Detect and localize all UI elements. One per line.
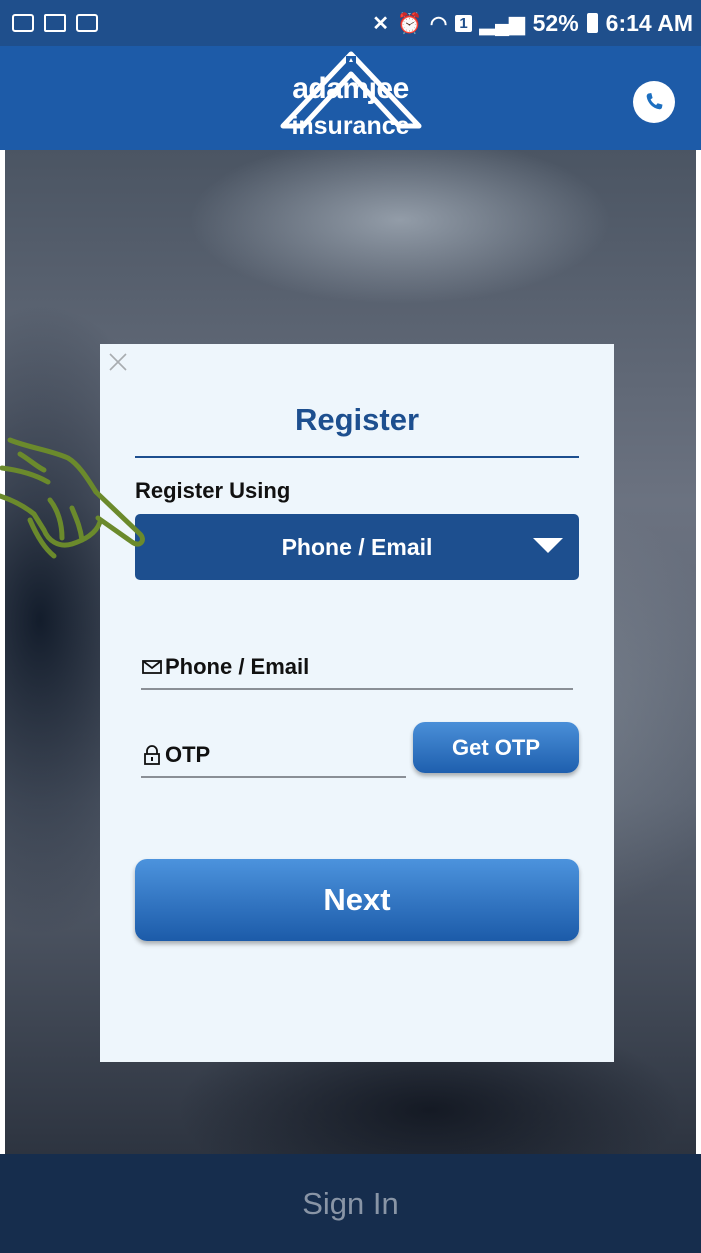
left-edge [0,150,5,1154]
phone-email-field-row [141,654,465,680]
status-left-icons [12,14,98,32]
phone-icon [646,93,663,110]
next-button[interactable]: Next [135,859,579,941]
register-dialog: Register Register Using Phone / Email Ge… [100,344,614,1062]
logo-brand-text: adamjee [292,72,409,105]
lock-icon [144,745,160,765]
sim-slot-badge: 1 [455,14,472,32]
app-header: adamjee insurance [0,46,701,150]
envelope-icon [142,660,162,674]
image-notification-icon [12,14,34,32]
clock: 6:14 AM [605,9,693,36]
caret-down-icon [533,538,563,553]
battery-percent: 52% [532,9,579,36]
translate-notification-icon [76,14,98,32]
phone-email-underline [141,688,573,690]
register-method-value: Phone / Email [281,533,433,560]
alarm-icon: ⏰ [396,12,422,35]
right-edge [696,150,701,1154]
call-button[interactable] [633,81,675,123]
mute-icon: ✕ [372,12,389,35]
close-icon[interactable] [108,352,128,372]
logo-sub-text: insurance [291,112,410,140]
wifi-icon: ◠ [429,12,448,35]
sign-in-button[interactable]: Sign In [0,1154,701,1253]
signal-icon: ▂▄▆ [479,12,525,35]
status-bar: ✕ ⏰ ◠ 1 ▂▄▆ 52% 6:14 AM [0,0,701,46]
otp-input[interactable] [165,742,395,768]
dialog-title: Register [294,402,420,437]
video-notification-icon [44,14,66,32]
register-method-dropdown[interactable]: Phone / Email [135,514,579,580]
adamjee-logo: adamjee insurance [266,50,436,146]
pointing-hand-icon [0,437,145,559]
get-otp-button[interactable]: Get OTP [413,722,579,773]
title-divider [135,456,579,458]
otp-underline [141,776,406,778]
battery-icon [586,13,598,33]
otp-field-row [141,742,395,768]
status-right: ✕ ⏰ ◠ 1 ▂▄▆ 52% 6:14 AM [372,10,693,37]
phone-email-input[interactable] [165,654,465,680]
